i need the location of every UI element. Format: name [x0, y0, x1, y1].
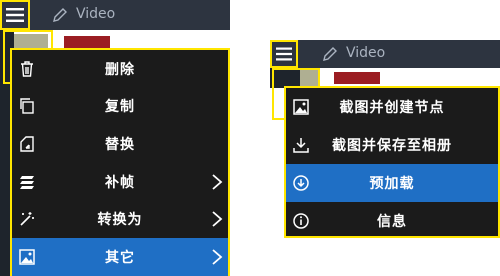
chevron-right-icon — [212, 249, 223, 265]
hamburger-icon — [276, 47, 292, 61]
pencil-icon[interactable] — [52, 7, 68, 23]
editor-top-bar: Video — [0, 0, 230, 30]
menu-item-delete[interactable]: 删除 — [12, 50, 228, 88]
clip-context-menu: 删除 复制 替换 补帧 转换为 其它 — [10, 48, 230, 276]
menu-item-other[interactable]: 其它 — [12, 237, 228, 276]
chevron-right-icon — [212, 173, 223, 190]
menu-item-preload[interactable]: 预加载 — [286, 164, 498, 202]
menu-item-info[interactable]: 信息 — [286, 202, 498, 240]
other-submenu: 截图并创建节点 截图并保存至相册 预加载 信息 — [284, 86, 500, 238]
chevron-right-icon — [212, 211, 223, 227]
menu-button[interactable] — [270, 40, 298, 68]
menu-item-screenshot-save-album[interactable]: 截图并保存至相册 — [286, 126, 498, 164]
track-title: Video — [346, 45, 386, 61]
clip-marker[interactable] — [334, 72, 380, 84]
pencil-icon[interactable] — [322, 46, 338, 62]
menu-item-convert-to[interactable]: 转换为 — [12, 200, 228, 238]
clip-marker[interactable] — [64, 36, 110, 48]
track-title: Video — [76, 6, 116, 22]
hamburger-icon — [6, 8, 24, 22]
menu-item-replace[interactable]: 替换 — [12, 125, 228, 163]
editor-top-bar-2: Video — [270, 40, 500, 68]
menu-item-copy[interactable]: 复制 — [12, 88, 228, 126]
menu-button[interactable] — [0, 0, 30, 30]
menu-item-screenshot-create-node[interactable]: 截图并创建节点 — [286, 88, 498, 126]
menu-item-frame-interpolation[interactable]: 补帧 — [12, 163, 228, 201]
